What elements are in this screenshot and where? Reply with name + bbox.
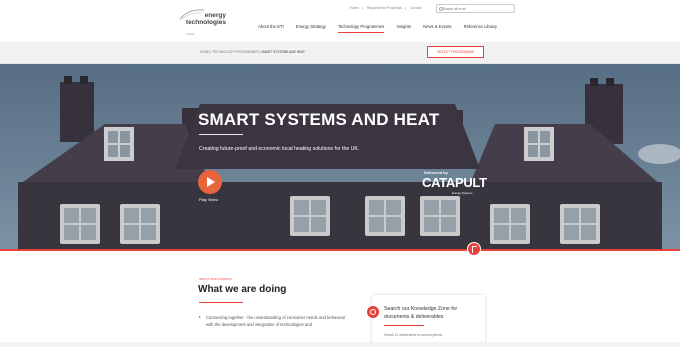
main-nav: About the ETI Energy Strategy Technology…: [258, 24, 497, 33]
hero-house-illustration: [0, 64, 680, 250]
knowledge-zone-divider: [384, 325, 424, 326]
breadcrumb-bar: HOME | TECHNOLOGY PROGRAMMES | SMART SYS…: [0, 42, 680, 64]
util-link-home[interactable]: Home: [350, 6, 359, 10]
breadcrumb-current: SMART SYSTEMS AND HEAT: [261, 50, 305, 54]
section-eyebrow: ABOUT OUR CATAPULT: [199, 277, 233, 281]
util-link-contact[interactable]: Contact: [410, 6, 422, 10]
knowledge-zone-subtitle: Search 11 deliverables for smart systems: [384, 333, 443, 337]
nav-reference-library[interactable]: Reference Library: [464, 24, 497, 29]
search-input[interactable]: [443, 6, 503, 12]
section-title: What we are doing: [198, 284, 287, 295]
hero-title-divider: [199, 134, 243, 136]
chevron-right-icon: [199, 316, 201, 318]
hero-subtitle: Creating future-proof and economic local…: [199, 146, 360, 152]
knowledge-zone-card[interactable]: [372, 295, 485, 347]
hero-bottom-rule: [0, 249, 680, 251]
play-video-label[interactable]: Play Video: [199, 197, 218, 202]
play-video-button[interactable]: [198, 170, 222, 194]
knowledge-search-icon: [367, 306, 379, 318]
nav-insights[interactable]: Insights: [396, 24, 410, 29]
hero-banner: [0, 64, 680, 250]
breadcrumb: HOME | TECHNOLOGY PROGRAMMES | SMART SYS…: [200, 50, 305, 54]
logo-line-2: technologies: [185, 18, 226, 26]
knowledge-zone-title[interactable]: Search our Knowledge Zone for documents …: [384, 305, 484, 321]
search-icon: [438, 6, 443, 11]
section-body: Connecting together - the understanding …: [206, 315, 346, 327]
logo-wordmark: energy technologies: [166, 12, 226, 26]
site-search: [436, 4, 515, 13]
section-divider: [199, 302, 243, 303]
programme-badge-icon: [467, 242, 481, 256]
catapult-logo[interactable]: CATAPULT: [422, 175, 487, 190]
catapult-logo-sub: Energy Systems: [452, 191, 473, 195]
select-programme-button[interactable]: SELECT PROGRAMME: [427, 46, 484, 58]
eti-logo[interactable]: energy technologies institute: [166, 7, 226, 36]
breadcrumb-home[interactable]: HOME: [200, 50, 210, 54]
nav-technology-programmes[interactable]: Technology Programmes: [337, 24, 385, 33]
util-link-rfp[interactable]: Requests for Proposals: [367, 6, 402, 10]
nav-energy-strategy[interactable]: Energy Strategy: [296, 24, 326, 29]
page: energy technologies institute Home | Requ…: [0, 0, 680, 347]
site-header: energy technologies institute Home | Requ…: [0, 0, 680, 42]
nav-news-events[interactable]: News & Events: [423, 24, 451, 29]
breadcrumb-programmes[interactable]: TECHNOLOGY PROGRAMMES: [212, 50, 259, 54]
play-icon: [207, 177, 215, 187]
utility-links: Home | Requests for Proposals | Contact: [350, 6, 422, 10]
logo-line-3: institute: [186, 33, 195, 36]
hero-title: SMART SYSTEMS AND HEAT: [198, 110, 440, 129]
page-bottom-strip: [0, 342, 680, 347]
nav-about[interactable]: About the ETI: [258, 24, 284, 29]
